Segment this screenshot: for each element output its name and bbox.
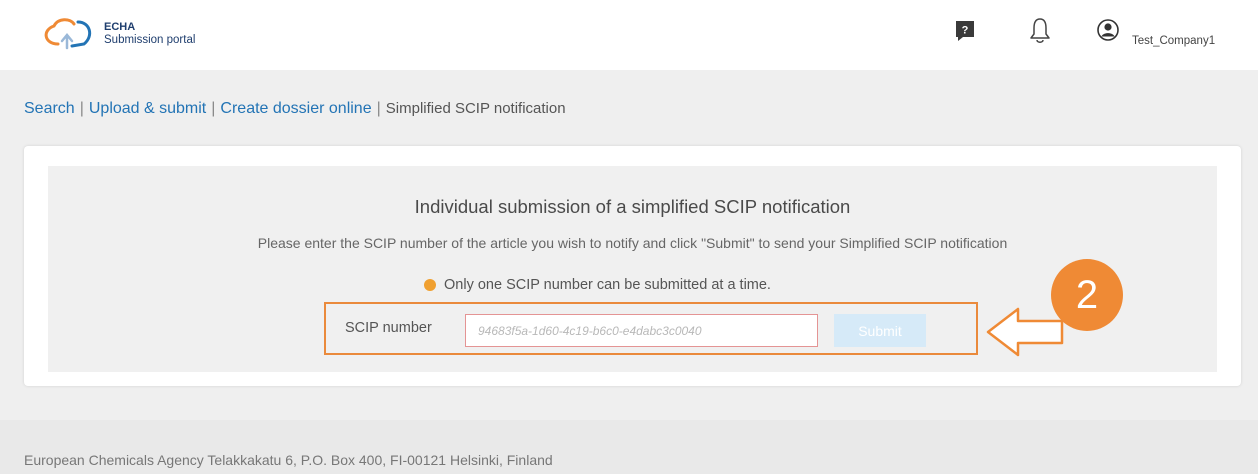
info-dot-icon xyxy=(424,279,436,291)
breadcrumb-current: Simplified SCIP notification xyxy=(385,100,566,117)
svg-text:?: ? xyxy=(962,25,969,37)
info-note: Only one SCIP number can be submitted at… xyxy=(424,277,771,293)
breadcrumb-search[interactable]: Search xyxy=(24,100,75,117)
step-badge: 2 xyxy=(1051,259,1123,331)
footer-address: European Chemicals Agency Telakkakatu 6,… xyxy=(24,452,553,468)
breadcrumb-upload-submit[interactable]: Upload & submit xyxy=(89,100,206,117)
echa-logo[interactable]: ECHA Submission portal xyxy=(36,14,236,54)
help-icon[interactable]: ? xyxy=(955,20,975,42)
info-note-text: Only one SCIP number can be submitted at… xyxy=(444,277,771,293)
logo-title: ECHA xyxy=(104,21,136,33)
scip-number-label: SCIP number xyxy=(345,320,432,336)
form-instructions: Please enter the SCIP number of the arti… xyxy=(257,235,1008,251)
submit-button[interactable]: Submit xyxy=(834,314,926,347)
logo-subtitle: Submission portal xyxy=(104,34,196,46)
breadcrumb-separator: | xyxy=(211,100,216,117)
form-title: Individual submission of a simplified SC… xyxy=(414,196,851,217)
breadcrumb-create-dossier[interactable]: Create dossier online xyxy=(220,100,371,117)
scip-number-input[interactable] xyxy=(465,314,818,347)
user-icon[interactable] xyxy=(1097,19,1119,41)
top-header: ECHA Submission portal ? Test_Company1 xyxy=(0,0,1258,70)
arrow-left-icon xyxy=(986,307,1064,357)
echa-logo-icon xyxy=(44,18,92,50)
user-name[interactable]: Test_Company1 xyxy=(1132,35,1215,47)
breadcrumb-separator: | xyxy=(79,100,84,117)
bell-icon[interactable] xyxy=(1029,17,1051,45)
breadcrumb-separator: | xyxy=(376,100,381,117)
breadcrumb: Search | Upload & submit | Create dossier on… xyxy=(24,100,566,118)
footer: European Chemicals Agency Telakkakatu 6,… xyxy=(0,420,1258,474)
